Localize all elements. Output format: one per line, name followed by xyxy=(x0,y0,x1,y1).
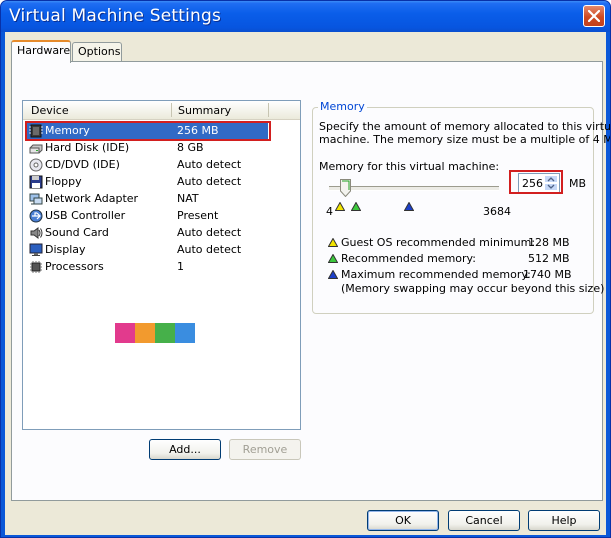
help-button[interactable]: Help xyxy=(528,510,600,531)
device-row-hard-disk[interactable]: Hard Disk (IDE) 8 GB xyxy=(25,140,269,156)
memory-spinner-arrows[interactable] xyxy=(544,175,558,191)
legend-recommended-value: 512 MB xyxy=(528,252,570,265)
memory-group: Memory Specify the amount of memory allo… xyxy=(312,100,610,314)
hard-disk-icon xyxy=(29,144,43,154)
device-list[interactable]: Device Summary Memory 256 MB Hard Disk (… xyxy=(22,100,301,430)
tab-hardware[interactable]: Hardware xyxy=(11,40,71,63)
memory-spinner[interactable]: 256 xyxy=(518,173,560,193)
slider-max-label: 3684 xyxy=(483,205,511,218)
device-row-processors[interactable]: Processors 1 xyxy=(25,259,269,275)
processor-icon xyxy=(30,261,42,273)
add-button[interactable]: Add... xyxy=(149,439,221,460)
device-summary: Auto detect xyxy=(177,158,242,171)
device-row-usb-controller[interactable]: USB Controller Present xyxy=(25,208,269,224)
spinner-up-button[interactable] xyxy=(544,175,558,183)
watermark-logo xyxy=(115,323,195,346)
legend-max-label: Maximum recommended memory: xyxy=(341,268,531,281)
device-name: Memory xyxy=(45,124,90,137)
memory-unit: MB xyxy=(569,177,587,190)
device-row-memory[interactable]: Memory 256 MB xyxy=(25,123,269,139)
tab-options-label: Options xyxy=(78,45,121,58)
display-icon xyxy=(29,243,43,256)
device-name: Network Adapter xyxy=(45,192,139,205)
arrow-up-icon xyxy=(547,177,555,182)
device-row-floppy[interactable]: Floppy Auto detect xyxy=(25,174,269,190)
device-summary: 256 MB xyxy=(177,124,219,137)
legend-min-value: 128 MB xyxy=(528,236,570,249)
memory-group-title: Memory xyxy=(318,100,367,113)
memory-icon xyxy=(29,124,43,138)
legend-min-label: Guest OS recommended minimum: xyxy=(341,236,536,249)
min-marker-icon xyxy=(335,202,345,211)
memory-field-label: Memory for this virtual machine: xyxy=(319,160,500,173)
legend-recommended-label: Recommended memory: xyxy=(341,252,476,265)
close-button[interactable] xyxy=(583,5,605,27)
device-summary: Auto detect xyxy=(177,175,242,188)
memory-value-input[interactable]: 256 xyxy=(522,177,543,190)
device-list-header: Device Summary xyxy=(23,101,300,120)
ok-button[interactable]: OK xyxy=(367,510,439,531)
cancel-button[interactable]: Cancel xyxy=(448,510,520,531)
device-name: USB Controller xyxy=(45,209,126,222)
usb-icon xyxy=(29,209,43,223)
hardware-panel: Device Summary Memory 256 MB Hard Disk (… xyxy=(11,61,610,501)
title-bar[interactable]: Virtual Machine Settings xyxy=(1,1,610,32)
close-icon xyxy=(588,10,600,22)
memory-swap-note: (Memory swapping may occur beyond this s… xyxy=(341,282,605,295)
spinner-down-button[interactable] xyxy=(544,183,558,191)
dialog-client: Hardware Options Device Summary Memory 2… xyxy=(5,32,610,535)
cd-dvd-icon xyxy=(29,158,43,172)
device-summary: 1 xyxy=(177,260,184,273)
network-adapter-icon xyxy=(29,193,43,205)
legend-recommended-icon xyxy=(328,254,338,263)
window-title: Virtual Machine Settings xyxy=(9,6,222,26)
legend-min-icon xyxy=(328,238,338,247)
tab-hardware-label: Hardware xyxy=(17,44,71,57)
device-summary: Auto detect xyxy=(177,226,242,239)
arrow-down-icon xyxy=(547,184,555,189)
memory-slider-track[interactable] xyxy=(329,186,499,191)
device-name: Hard Disk (IDE) xyxy=(45,141,130,154)
memory-description-line1: Specify the amount of memory allocated t… xyxy=(319,120,611,133)
floppy-icon xyxy=(29,175,43,189)
tab-options[interactable]: Options xyxy=(72,42,122,61)
device-summary: Auto detect xyxy=(177,243,242,256)
remove-button[interactable]: Remove xyxy=(229,439,301,460)
device-row-sound-card[interactable]: Sound Card Auto detect xyxy=(25,225,269,241)
device-name: Display xyxy=(45,243,86,256)
column-header-device[interactable]: Device xyxy=(31,104,69,117)
slider-min-label: 4 xyxy=(326,205,333,218)
legend-max-value: 1740 MB xyxy=(523,268,572,281)
memory-slider-thumb[interactable] xyxy=(340,179,351,197)
settings-window: Virtual Machine Settings Hardware Option… xyxy=(0,0,611,538)
device-row-cd-dvd[interactable]: CD/DVD (IDE) Auto detect xyxy=(25,157,269,173)
legend-max-icon xyxy=(328,270,338,279)
device-summary: 8 GB xyxy=(177,141,204,154)
device-name: Processors xyxy=(45,260,104,273)
device-name: CD/DVD (IDE) xyxy=(45,158,120,171)
device-summary: Present xyxy=(177,209,219,222)
device-row-display[interactable]: Display Auto detect xyxy=(25,242,269,258)
device-name: Sound Card xyxy=(45,226,109,239)
memory-description-line2: machine. The memory size must be a multi… xyxy=(319,133,611,146)
device-row-network-adapter[interactable]: Network Adapter NAT xyxy=(25,191,269,207)
device-summary: NAT xyxy=(177,192,199,205)
column-header-summary[interactable]: Summary xyxy=(178,104,231,117)
max-marker-icon xyxy=(404,202,414,211)
sound-icon xyxy=(30,227,43,239)
recommended-marker-icon xyxy=(351,202,361,211)
device-name: Floppy xyxy=(45,175,82,188)
